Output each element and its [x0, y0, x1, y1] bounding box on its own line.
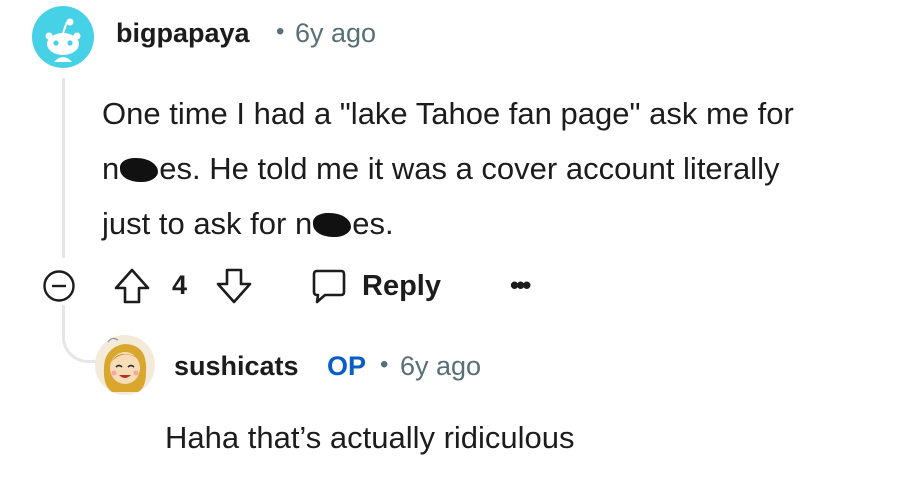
reply-author[interactable]: sushicats — [174, 351, 299, 382]
comment-timestamp[interactable]: 6y ago — [295, 18, 376, 49]
thread-line[interactable] — [62, 78, 65, 258]
comment-text: just to ask for n — [102, 206, 313, 241]
downvote-arrow-down-icon[interactable] — [214, 266, 254, 306]
comment-line-3: just to ask for n es. — [102, 196, 892, 251]
reply-body: Haha that’s actually ridiculous — [165, 420, 575, 455]
speech-bubble-icon — [312, 269, 346, 304]
reply-button[interactable]: Reply — [308, 262, 441, 310]
meta-separator: • — [380, 351, 389, 378]
comment-line-1: One time I had a "lake Tahoe fan page" a… — [102, 86, 892, 141]
op-badge: OP — [327, 351, 367, 381]
comment-body: One time I had a "lake Tahoe fan page" a… — [102, 86, 892, 251]
comment-author[interactable]: bigpapaya — [116, 18, 250, 49]
meta-separator: • — [276, 18, 285, 45]
comment-text: n — [102, 151, 120, 186]
more-options-button[interactable]: ••• — [510, 270, 531, 301]
cartoon-face-avatar-icon[interactable] — [94, 334, 156, 396]
reply-timestamp[interactable]: 6y ago — [400, 351, 481, 382]
censor-scribble — [313, 213, 352, 237]
comment-text: es. — [352, 206, 394, 241]
reddit-snoo-avatar-icon[interactable] — [32, 6, 94, 68]
comment-text: es. He told me it was a cover account li… — [159, 151, 780, 186]
comment-line-2: n es. He told me it was a cover account l… — [102, 141, 892, 196]
collapse-thread-minus-circle-icon[interactable] — [42, 269, 76, 303]
comment-text: One time I had a "lake Tahoe fan page" a… — [102, 96, 794, 131]
censor-scribble — [120, 158, 159, 182]
reply-label: Reply — [362, 269, 441, 302]
vote-score: 4 — [172, 270, 188, 300]
comment-thread: bigpapaya • 6y ago One time I had a "lak… — [0, 0, 900, 493]
upvote-arrow-up-icon[interactable] — [112, 266, 152, 306]
